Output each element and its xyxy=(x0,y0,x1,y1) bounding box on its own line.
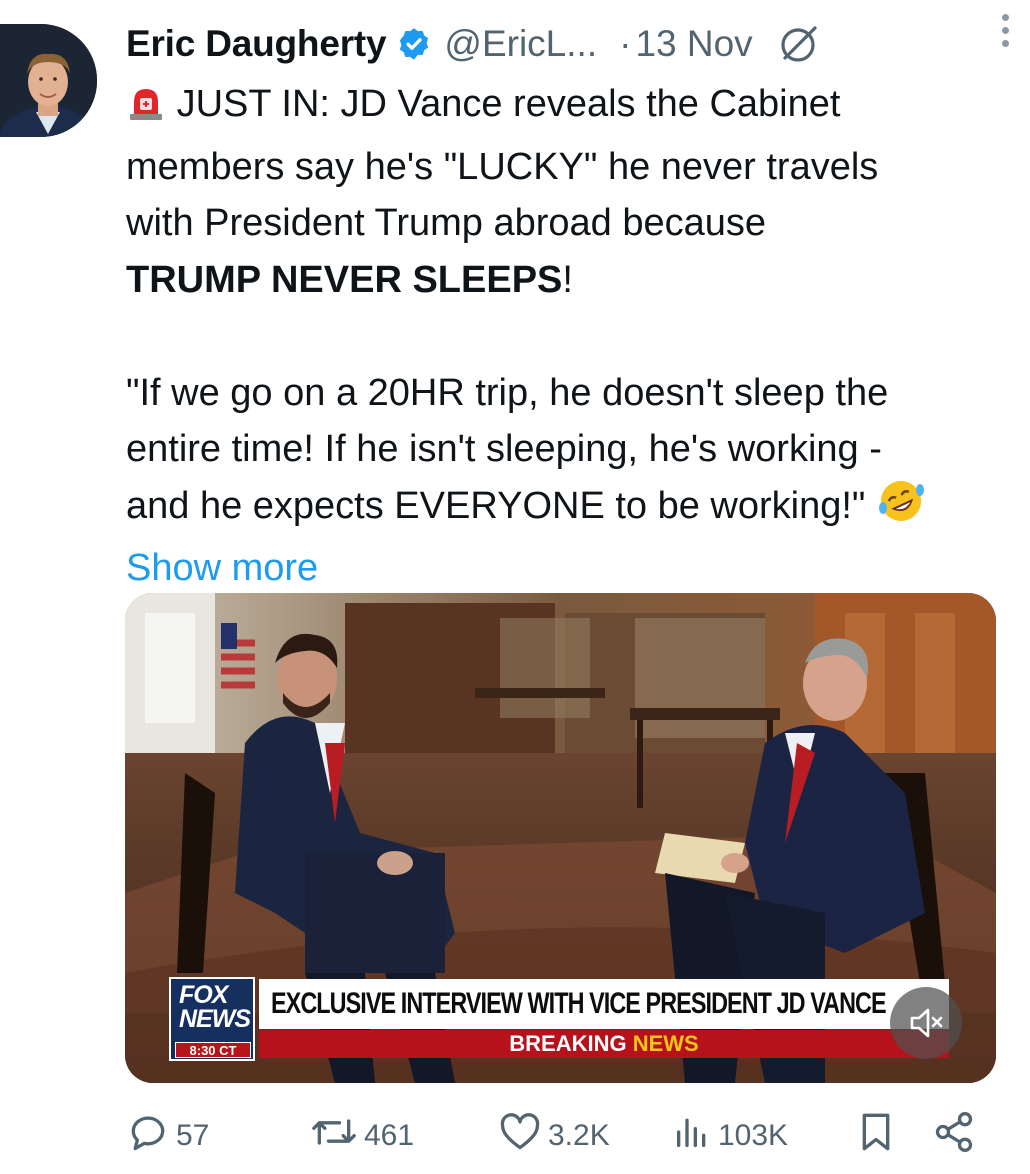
reply-button[interactable]: 57 xyxy=(126,1108,209,1164)
text-line-1: JUST IN: JD Vance reveals the Cabinet xyxy=(176,83,841,125)
views-button[interactable]: 103K xyxy=(672,1108,788,1164)
breaking-text: BREAKING xyxy=(509,1031,627,1056)
repost-button[interactable]: 461 xyxy=(310,1108,414,1164)
chyron-headline: EXCLUSIVE INTERVIEW WITH VICE PRESIDENT … xyxy=(271,987,887,1020)
tweet-text: JUST IN: JD Vance reveals the Cabinet me… xyxy=(126,76,1006,597)
unmute-button[interactable] xyxy=(890,987,962,1059)
bookmark-button[interactable] xyxy=(856,1108,902,1164)
share-icon xyxy=(932,1110,982,1162)
logo-bottom-text: NEWS xyxy=(179,1005,251,1033)
reply-count: 57 xyxy=(176,1119,210,1152)
quote-line-3: and he expects EVERYONE to be working!" xyxy=(126,484,866,527)
breaking-news-bar: BREAKING NEWS xyxy=(259,1030,949,1058)
tweet-video[interactable]: FOX NEWS 8:30 CT EXCLUSIVE INTERVIEW WIT… xyxy=(125,593,996,1083)
text-line-3: with President Trump abroad because xyxy=(126,202,767,244)
tweet-actions: 57 461 3.2K 103K xyxy=(126,1108,1006,1164)
views-chart-icon xyxy=(672,1110,718,1162)
heart-icon xyxy=(498,1110,548,1162)
show-more-link[interactable]: Show more xyxy=(126,540,1006,597)
tweet-header: Eric Daugherty @EricL... · 13 Nov xyxy=(126,18,1006,70)
like-count: 3.2K xyxy=(548,1119,610,1152)
tweet-date[interactable]: 13 Nov xyxy=(635,23,752,65)
repost-icon xyxy=(310,1110,364,1162)
news-text: NEWS xyxy=(632,1031,699,1056)
author-handle[interactable]: @EricL... xyxy=(444,23,597,65)
text-bold-suffix: ! xyxy=(562,258,573,301)
chyron-headline-bar: EXCLUSIVE INTERVIEW WITH VICE PRESIDENT … xyxy=(259,979,949,1029)
broadcast-time: 8:30 CT xyxy=(175,1042,251,1058)
like-button[interactable]: 3.2K xyxy=(498,1108,610,1164)
rofl-emoji-icon xyxy=(876,478,926,541)
grok-icon[interactable] xyxy=(777,22,821,66)
bookmark-icon xyxy=(856,1109,902,1163)
text-bold: TRUMP NEVER SLEEPS xyxy=(126,258,563,301)
quote-line-2: entire time! If he isn't sleeping, he's … xyxy=(126,428,882,470)
header-separator: · xyxy=(619,23,632,64)
text-line-2: members say he's "LUCKY" he never travel… xyxy=(126,145,879,188)
author-avatar[interactable] xyxy=(0,24,97,137)
speaker-muted-icon xyxy=(906,1003,946,1043)
repost-count: 461 xyxy=(364,1119,415,1152)
more-options-icon[interactable] xyxy=(998,10,1012,50)
verified-badge-icon[interactable] xyxy=(396,26,432,62)
reply-icon xyxy=(126,1110,176,1162)
views-count: 103K xyxy=(718,1119,789,1152)
share-button[interactable] xyxy=(932,1108,982,1164)
quote-line-1: "If we go on a 20HR trip, he doesn't sle… xyxy=(126,371,889,414)
rotating-light-icon xyxy=(126,82,166,139)
author-name[interactable]: Eric Daugherty xyxy=(126,23,387,65)
fox-news-logo: FOX NEWS 8:30 CT xyxy=(169,977,255,1061)
